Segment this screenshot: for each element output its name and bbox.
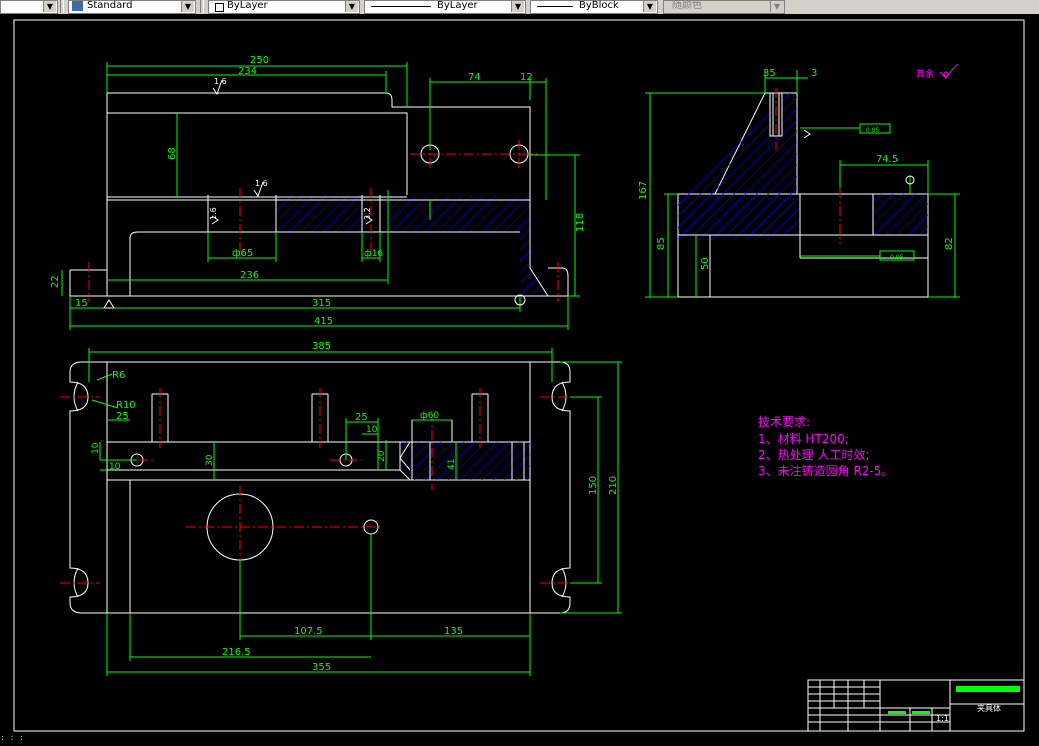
- dim-50: 50: [700, 257, 711, 270]
- dim-68: 68: [167, 147, 178, 160]
- dim-415: 415: [314, 316, 333, 327]
- dim-82: 82: [944, 237, 955, 250]
- tech-requirements-title: 技术要求:: [758, 415, 810, 429]
- dim-135: 135: [444, 626, 463, 637]
- roughness-4: 3.2: [363, 207, 372, 220]
- plot-style-value: 随颜色: [672, 0, 702, 11]
- dim-30: 30: [205, 454, 215, 466]
- dim-167: 167: [638, 181, 649, 200]
- chevron-down-icon[interactable]: ▼: [345, 1, 358, 12]
- linetype-scale-dropdown-stub[interactable]: ▼: [0, 0, 58, 14]
- color-swatch-icon: [215, 3, 224, 12]
- layer-value: ByLayer: [227, 0, 268, 11]
- dim-phi60: ф60: [420, 411, 439, 421]
- part-name: 夹具体: [977, 703, 1001, 713]
- linetype-dropdown[interactable]: ByLayer ▼: [364, 0, 526, 14]
- chevron-down-icon[interactable]: ▼: [43, 1, 56, 12]
- roughness-2: 1.6: [255, 179, 268, 188]
- title-block-bar: [956, 686, 1020, 692]
- tolerance-1: 0.05: [866, 127, 880, 134]
- dim-315: 315: [312, 298, 331, 309]
- toolbar-separator: [60, 0, 64, 13]
- layer-color-dropdown[interactable]: ByLayer ▼: [208, 0, 360, 14]
- dim-phi65: ф65: [232, 248, 253, 259]
- text-style-dropdown[interactable]: Standard ▼: [68, 0, 196, 14]
- toolbar-separator: [200, 0, 204, 13]
- tolerance-2: 0.05: [890, 254, 904, 261]
- dim-10b: 10: [109, 462, 121, 472]
- drawing-canvas[interactable]: 250 234 74 12 68 118 ф65 ф16 236 22 15 3…: [0, 14, 1039, 742]
- tech-requirement-line-3: 3、未注铸造圆角 R2-5。: [758, 463, 893, 478]
- dim-10c: 10: [366, 425, 378, 435]
- dim-234: 234: [238, 66, 257, 77]
- dim-r6: R6: [112, 370, 125, 381]
- dim-385: 385: [312, 341, 331, 352]
- text-style-icon: [72, 1, 83, 11]
- dim-74-5: 74.5: [876, 154, 898, 165]
- command-line[interactable]: : : :: [0, 733, 60, 742]
- roughness-3: 1.6: [209, 207, 218, 220]
- dim-25b: 25: [355, 412, 368, 423]
- front-view-roughness: 1.6 1.6 1.6 3.2: [103, 77, 526, 309]
- tech-requirement-line-2: 2、热处理 人工时效;: [758, 447, 870, 462]
- dim-210: 210: [608, 476, 619, 495]
- linetype-preview: [371, 6, 431, 7]
- title-block-text: 夹具体 1:1: [936, 703, 1001, 723]
- dim-355: 355: [312, 662, 331, 673]
- lineweight-dropdown[interactable]: ByBlock ▼: [530, 0, 658, 14]
- dim-250: 250: [250, 55, 269, 66]
- dim-15: 15: [75, 298, 88, 309]
- dim-22: 22: [50, 275, 61, 288]
- dim-74: 74: [468, 72, 481, 83]
- dim-118: 118: [575, 213, 586, 232]
- top-view: [69, 361, 571, 614]
- lineweight-preview: [537, 6, 573, 7]
- chevron-down-icon[interactable]: ▼: [770, 1, 783, 12]
- dim-85: 85: [656, 237, 667, 250]
- dim-r10: R10: [116, 400, 136, 411]
- tech-requirement-line-1: 1、材料 HT200;: [758, 432, 849, 446]
- dim-35: 35: [763, 68, 776, 79]
- dim-20: 20: [377, 450, 387, 462]
- plot-style-dropdown[interactable]: 随颜色 ▼: [663, 0, 785, 14]
- roughness-note: 其余: [916, 63, 959, 80]
- top-view-dim-text: 385 R6 R10 25 25 10 10 10 30 20 ф60 41 1…: [91, 341, 619, 673]
- drawing-svg: 250 234 74 12 68 118 ф65 ф16 236 22 15 3…: [13, 19, 1025, 732]
- dim-25a: 25: [116, 411, 129, 422]
- chevron-down-icon[interactable]: ▼: [511, 1, 524, 12]
- chevron-down-icon[interactable]: ▼: [181, 1, 194, 12]
- lineweight-value: ByBlock: [579, 0, 619, 11]
- linetype-value: ByLayer: [437, 0, 478, 11]
- dim-150: 150: [588, 476, 599, 495]
- dim-phi16: ф16: [364, 249, 383, 259]
- scale-value: 1:1: [936, 714, 949, 723]
- dim-107-5: 107.5: [294, 626, 323, 637]
- tech-requirements: 技术要求: 1、材料 HT200; 2、热处理 人工时效; 3、未注铸造圆角 R…: [758, 415, 893, 478]
- top-view-centerlines: [60, 388, 580, 584]
- properties-toolbar: ▼ Standard ▼ ByLayer ▼ ByLayer ▼ ByBlock…: [0, 0, 1039, 15]
- chevron-down-icon[interactable]: ▼: [643, 1, 656, 12]
- roughness-1: 1.6: [214, 77, 227, 86]
- dim-216-5: 216.5: [222, 647, 251, 658]
- roughness-note-text: 其余: [916, 68, 934, 80]
- text-style-value: Standard: [87, 0, 133, 11]
- dim-3: 3: [811, 68, 817, 79]
- front-view: [69, 92, 569, 297]
- dim-236: 236: [240, 270, 259, 281]
- dim-41: 41: [447, 459, 457, 470]
- dim-10a: 10: [91, 442, 101, 454]
- dim-12: 12: [520, 72, 533, 83]
